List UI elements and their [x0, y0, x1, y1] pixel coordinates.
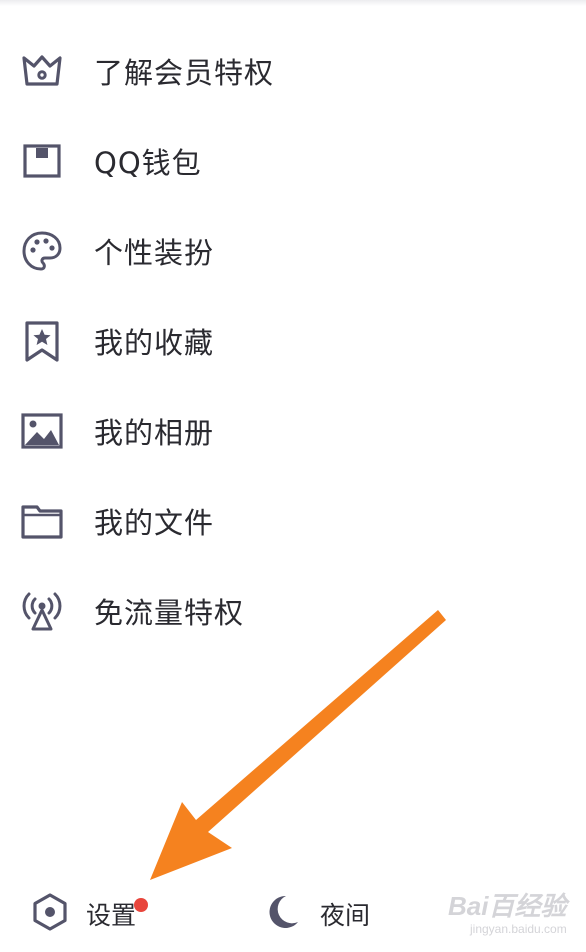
baidu-watermark: Bai百经验 jingyan.baidu.com: [448, 884, 578, 944]
menu-item-vip-privileges[interactable]: 了解会员特权: [0, 26, 586, 116]
menu-item-label: 个性装扮: [94, 236, 215, 270]
watermark-sub: jingyan.baidu.com: [470, 922, 567, 936]
settings-label: 设置: [86, 901, 137, 930]
menu-item-photo-album[interactable]: 我的相册: [0, 386, 586, 476]
menu-item-label: 免流量特权: [94, 596, 245, 630]
menu-item-favorites[interactable]: 我的收藏: [0, 296, 586, 386]
settings-button[interactable]: 设置: [24, 884, 204, 940]
menu-item-label: 了解会员特权: [94, 56, 275, 90]
menu-item-label: 我的收藏: [94, 326, 215, 360]
crown-icon: [18, 47, 66, 95]
moon-icon: [262, 892, 302, 932]
menu-item-qq-wallet[interactable]: QQ钱包: [0, 116, 586, 206]
settings-hexagon-icon: [30, 892, 70, 932]
folder-icon: [18, 497, 66, 545]
watermark-main: Bai百经验: [448, 891, 567, 921]
menu-item-files[interactable]: 我的文件: [0, 476, 586, 566]
menu-item-label: 我的文件: [94, 506, 215, 540]
wallet-icon: [18, 137, 66, 185]
night-mode-button[interactable]: 夜间: [258, 884, 398, 940]
menu-item-personalization[interactable]: 个性装扮: [0, 206, 586, 296]
night-mode-label: 夜间: [320, 901, 371, 930]
menu-item-label: 我的相册: [94, 416, 215, 450]
menu-item-free-data[interactable]: 免流量特权: [0, 566, 586, 656]
top-divider: [0, 0, 586, 6]
notification-badge-dot: [134, 898, 148, 912]
bookmark-star-icon: [18, 317, 66, 365]
palette-icon: [18, 227, 66, 275]
menu-item-label: QQ钱包: [94, 146, 202, 180]
broadcast-icon: [18, 587, 66, 635]
image-icon: [18, 407, 66, 455]
